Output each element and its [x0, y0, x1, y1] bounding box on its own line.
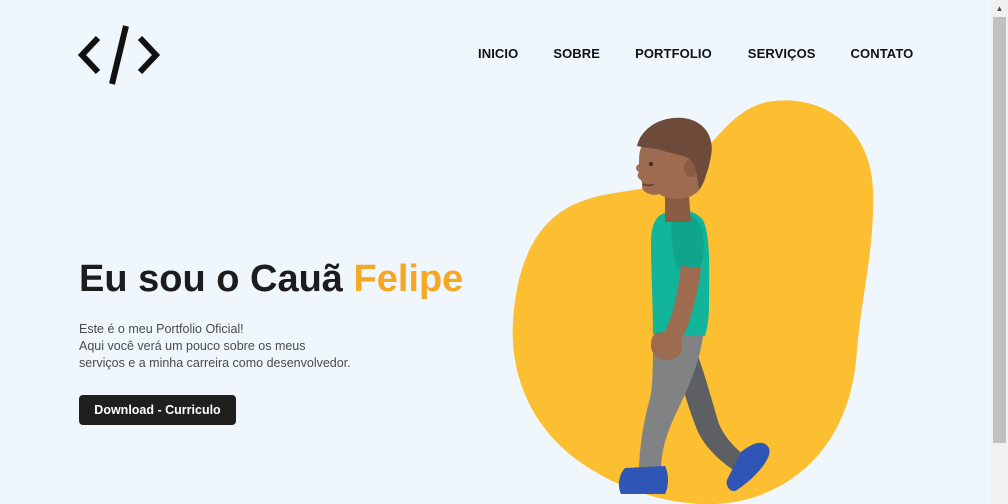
walking-person-illustration — [512, 100, 874, 504]
page: INICIO SOBRE PORTFOLIO SERVIÇOS CONTATO … — [0, 0, 1008, 504]
nav-contato[interactable]: CONTATO — [851, 46, 914, 61]
nav-portfolio[interactable]: PORTFOLIO — [635, 46, 712, 61]
hero-title-prefix: Eu sou o Cauã — [79, 258, 354, 300]
hero-description-line: serviços e a minha carreira como desenvo… — [79, 356, 351, 370]
main-nav: INICIO SOBRE PORTFOLIO SERVIÇOS CONTATO — [478, 46, 913, 61]
hero-description: Este é o meu Portfolio Oficial! Aqui voc… — [79, 321, 379, 372]
nav-sobre[interactable]: SOBRE — [553, 46, 600, 61]
hero-description-line: Aqui você verá um pouco sobre os meus — [79, 339, 306, 353]
download-curriculo-button[interactable]: Download - Curriculo — [79, 395, 236, 425]
code-brackets-icon[interactable] — [78, 24, 160, 86]
nav-servicos[interactable]: SERVIÇOS — [748, 46, 816, 61]
nav-inicio[interactable]: INICIO — [478, 46, 518, 61]
hero-title-accent: Felipe — [353, 258, 464, 300]
hero-title: Eu sou o Cauã Felipe — [79, 258, 463, 301]
page-scrollbar[interactable]: ▲ — [991, 0, 1008, 504]
hero-description-line: Este é o meu Portfolio Oficial! — [79, 322, 244, 336]
scroll-up-arrow-icon[interactable]: ▲ — [991, 0, 1008, 17]
scroll-thumb[interactable] — [993, 17, 1006, 443]
